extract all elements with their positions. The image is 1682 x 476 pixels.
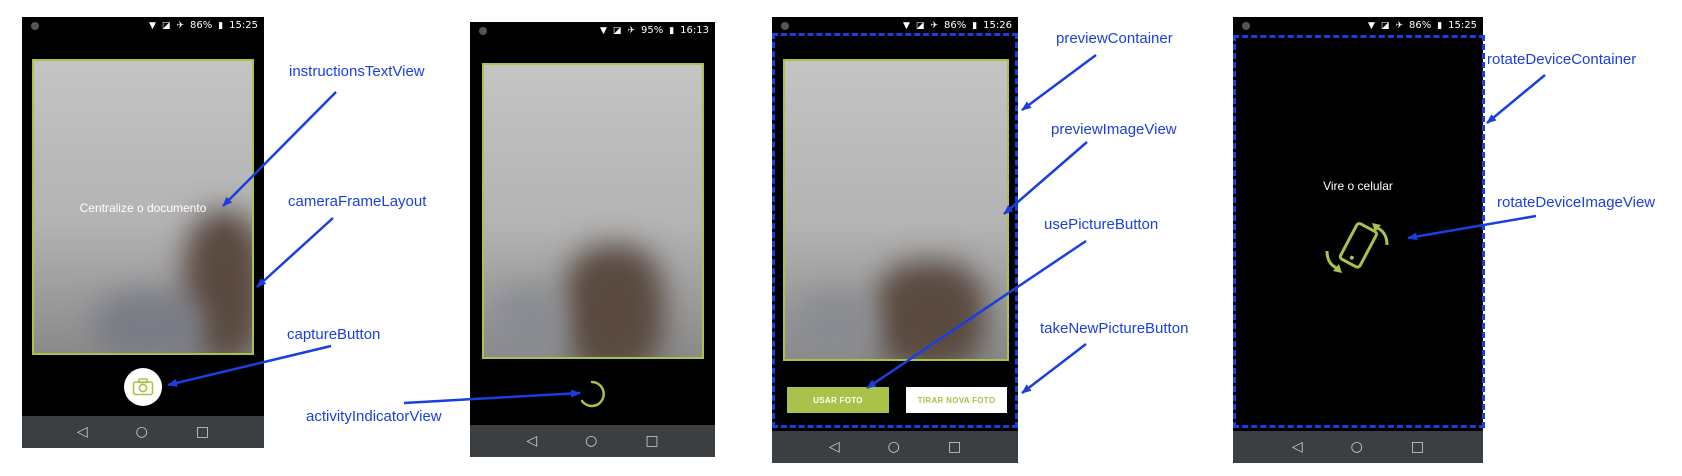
arrow-preview-image: [1003, 141, 1088, 215]
arrow-preview-container: [1021, 53, 1097, 112]
arrow-activity: [403, 389, 581, 405]
arrow-instructions: [222, 91, 337, 207]
arrow-camera-frame: [256, 217, 334, 288]
arrow-take-new: [1021, 343, 1087, 394]
arrow-capture: [167, 344, 332, 387]
arrow-rotate-container: [1486, 74, 1546, 124]
annotation-arrows: [167, 53, 1546, 405]
arrow-use-picture: [866, 239, 1087, 390]
arrow-rotate-image: [1407, 214, 1537, 241]
